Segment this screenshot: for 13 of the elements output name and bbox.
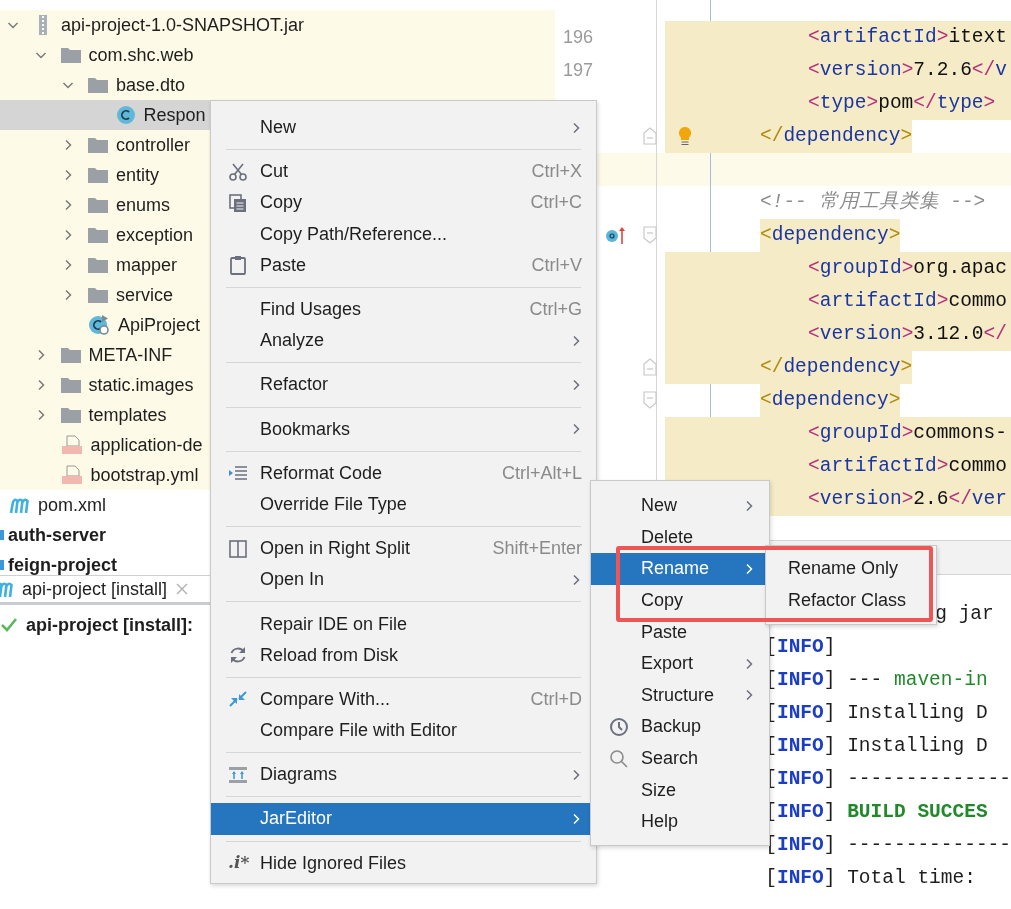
- shortcut-label: Ctrl+Alt+L: [501, 461, 582, 485]
- console-line: g jar: [935, 603, 994, 625]
- line-number: 196: [562, 26, 593, 47]
- shortcut-label: Ctrl+D: [530, 687, 582, 711]
- shortcut-label: Ctrl+C: [530, 191, 582, 215]
- line-number: 197: [562, 59, 593, 80]
- shortcut-label: Shift+Enter: [492, 537, 582, 561]
- shortcut-label: Ctrl+G: [529, 298, 582, 322]
- console-line: [INFO] Total time:: [765, 867, 976, 889]
- code-line: <!-- 常用工具类集 -->: [759, 189, 987, 215]
- ignored-files-icon: .i*: [228, 850, 250, 876]
- shortcut-label: Ctrl+X: [531, 160, 582, 184]
- shortcut-label: Ctrl+V: [531, 253, 582, 277]
